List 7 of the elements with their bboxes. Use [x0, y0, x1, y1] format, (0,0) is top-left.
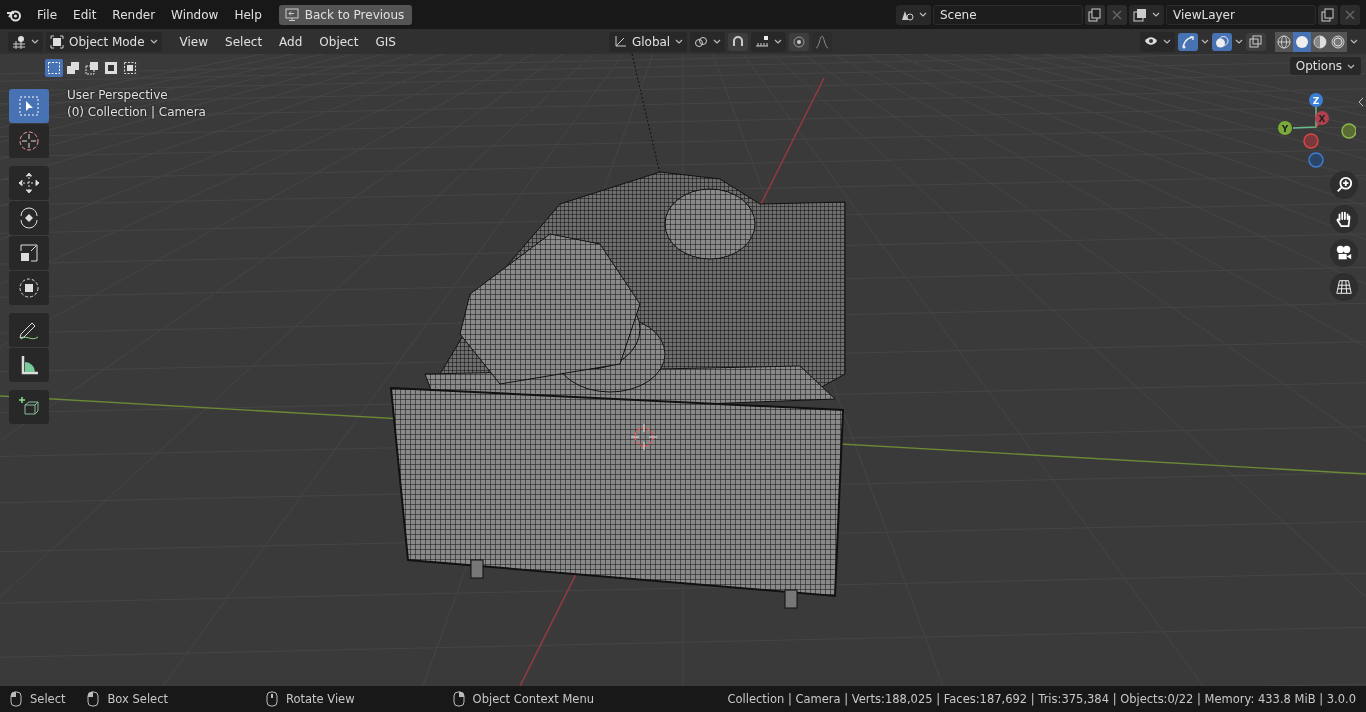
- shortcut-hint: Box Select: [107, 692, 168, 706]
- collection-label: (0) Collection | Camera: [67, 105, 206, 119]
- shortcut-hint: Select: [30, 692, 66, 706]
- view-name: User Perspective: [67, 88, 168, 102]
- shortcut-hint: Rotate View: [286, 692, 355, 706]
- shortcut-hint: Object Context Menu: [472, 692, 594, 706]
- scene-statistics: Collection | Camera | Verts:188,025 | Faces:187,692 | Tris:375,384 | Objects:0/22 | Memory: 433.8 MiB | 3.0.0: [727, 692, 1356, 706]
